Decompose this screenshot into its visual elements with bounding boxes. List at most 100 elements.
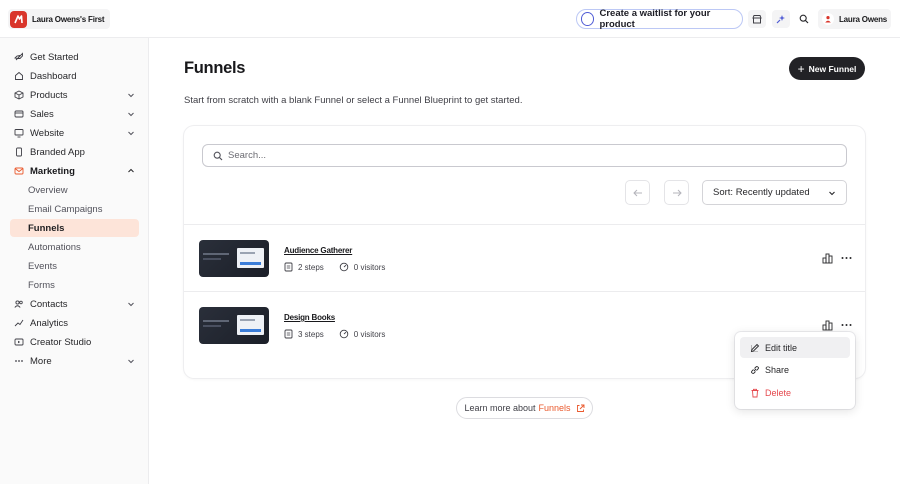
sort-label: Sort: Recently updated <box>713 187 810 198</box>
learn-more-button[interactable]: Learn more about Funnels <box>456 397 593 419</box>
sidebar-item-label: Contacts <box>30 298 68 310</box>
sidebar-item-branded-app[interactable]: Branded App <box>10 143 139 161</box>
menu-item-delete[interactable]: Delete <box>740 382 850 403</box>
sidebar-subitem-funnels[interactable]: Funnels <box>10 219 139 237</box>
store-button[interactable] <box>748 10 766 28</box>
user-menu[interactable]: Laura Owens <box>818 9 891 29</box>
sidebar-item-label: More <box>30 355 52 367</box>
user-name: Laura Owens <box>839 14 888 24</box>
sort-dropdown[interactable]: Sort: Recently updated <box>702 180 847 205</box>
chevron-up-icon <box>128 168 134 173</box>
top-bar: Laura Owens's First Create a waitlist fo… <box>0 0 900 38</box>
menu-item-edit-title[interactable]: Edit title <box>740 337 850 358</box>
user-icon <box>825 16 831 23</box>
chevron-down-icon <box>128 93 134 98</box>
more-horizontal-icon <box>841 257 851 259</box>
divider <box>184 291 865 292</box>
sidebar-item-sales[interactable]: Sales <box>10 105 139 123</box>
ai-assist-button[interactable] <box>772 10 790 28</box>
funnel-thumbnail[interactable] <box>199 307 269 344</box>
funnel-thumbnail[interactable] <box>199 240 269 277</box>
sparkle-icon <box>776 15 785 24</box>
sidebar-item-label: Branded App <box>30 146 85 158</box>
sidebar-item-analytics[interactable]: Analytics <box>10 314 139 332</box>
funnel-title[interactable]: Audience Gatherer <box>284 246 352 255</box>
search-field[interactable] <box>202 144 847 167</box>
menu-item-share[interactable]: Share <box>740 359 850 380</box>
link-icon <box>750 365 760 375</box>
brand-logo-icon <box>10 10 27 28</box>
sidebar-item-contacts[interactable]: Contacts <box>10 295 139 313</box>
menu-item-label: Delete <box>765 387 792 398</box>
steps-icon <box>284 262 293 272</box>
next-page-button[interactable] <box>664 180 689 205</box>
mail-icon <box>14 166 24 176</box>
global-search-button[interactable] <box>795 10 813 28</box>
sidebar-item-label: Sales <box>30 108 54 120</box>
chevron-down-icon <box>128 359 134 364</box>
rocket-icon <box>14 52 24 62</box>
funnel-steps: 3 steps <box>298 329 324 339</box>
chevron-down-icon <box>128 302 134 307</box>
funnel-meta: 3 steps 0 visitors <box>284 329 385 339</box>
funnel-meta: 2 steps 0 visitors <box>284 262 385 272</box>
prev-page-button[interactable] <box>625 180 650 205</box>
sidebar-item-marketing[interactable]: Marketing <box>10 162 139 180</box>
context-menu: Edit title Share Delete <box>735 332 855 409</box>
sidebar-item-dashboard[interactable]: Dashboard <box>10 67 139 85</box>
more-options-button[interactable] <box>840 252 852 264</box>
search-icon <box>213 151 223 161</box>
search-icon <box>799 14 809 24</box>
chevron-down-icon <box>128 112 134 117</box>
sidebar-item-website[interactable]: Website <box>10 124 139 142</box>
waitlist-button[interactable]: Create a waitlist for your product <box>576 8 743 30</box>
sidebar-subitem-overview[interactable]: Overview <box>10 181 139 199</box>
chevron-down-icon <box>128 131 134 136</box>
analytics-icon <box>822 253 832 263</box>
sidebar-item-label: Dashboard <box>30 70 77 82</box>
sidebar-item-label: Products <box>30 89 68 101</box>
box-icon <box>14 90 24 100</box>
users-icon <box>14 299 24 309</box>
sidebar-subitem-forms[interactable]: Forms <box>10 276 139 294</box>
learn-more-prefix: Learn more about <box>464 403 536 413</box>
chart-icon <box>14 318 24 328</box>
sidebar-item-get-started[interactable]: Get Started <box>10 48 139 66</box>
avatar <box>822 13 834 25</box>
edit-icon <box>750 343 760 353</box>
new-funnel-button[interactable]: + New Funnel <box>789 57 865 80</box>
visitors-icon <box>339 329 349 339</box>
dots-icon <box>14 356 24 366</box>
analytics-button[interactable] <box>821 252 833 264</box>
sidebar-item-products[interactable]: Products <box>10 86 139 104</box>
sidebar-item-more[interactable]: More <box>10 352 139 370</box>
workspace-name: Laura Owens's First <box>32 14 105 24</box>
more-horizontal-icon <box>841 324 851 326</box>
more-options-button[interactable] <box>840 319 852 331</box>
monitor-icon <box>14 128 24 138</box>
sidebar-item-label: Marketing <box>30 165 75 177</box>
funnel-title[interactable]: Design Books <box>284 313 335 322</box>
sidebar-item-label: Analytics <box>30 317 69 329</box>
search-input[interactable] <box>228 150 828 161</box>
new-funnel-label: New Funnel <box>808 63 857 74</box>
sidebar-item-label: Get Started <box>30 51 79 63</box>
phone-icon <box>14 147 24 157</box>
sidebar-subitem-automations[interactable]: Automations <box>10 238 139 256</box>
analytics-button[interactable] <box>821 319 833 331</box>
external-link-icon <box>576 404 585 413</box>
analytics-icon <box>822 320 832 330</box>
studio-icon <box>14 337 24 347</box>
sidebar-item-creator-studio[interactable]: Creator Studio <box>10 333 139 351</box>
workspace-switcher[interactable]: Laura Owens's First <box>8 9 111 29</box>
wallet-icon <box>14 109 24 119</box>
funnel-steps: 2 steps <box>298 262 324 272</box>
sidebar-subitem-events[interactable]: Events <box>10 257 139 275</box>
chevron-down-icon <box>829 191 835 196</box>
sidebar-subitem-email-campaigns[interactable]: Email Campaigns <box>10 200 139 218</box>
sidebar-item-label: Website <box>30 127 65 139</box>
menu-item-label: Edit title <box>765 342 798 353</box>
home-icon <box>14 71 24 81</box>
funnel-visitors: 0 visitors <box>353 329 386 339</box>
store-icon <box>752 15 762 24</box>
